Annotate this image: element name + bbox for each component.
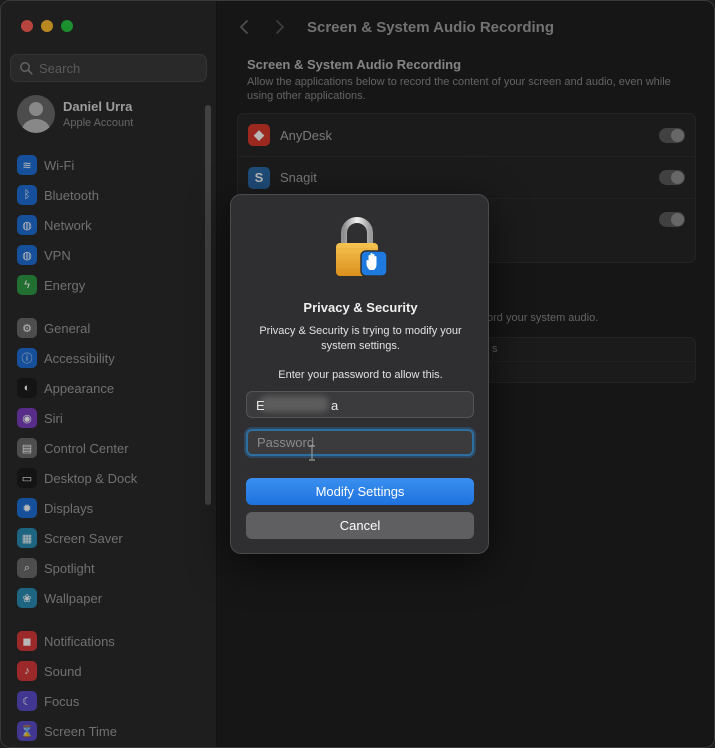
username-field[interactable]: E a <box>246 391 474 418</box>
authentication-dialog: Privacy & Security Privacy & Security is… <box>230 194 489 554</box>
redacted-username <box>259 396 329 412</box>
dialog-prompt: Enter your password to allow this. <box>278 369 443 381</box>
lock-icon <box>333 215 389 279</box>
system-settings-window: Daniel Urra Apple Account ≋Wi-FiᛒBluetoo… <box>0 0 715 748</box>
dialog-message: Privacy & Security is trying to modify y… <box>259 325 462 352</box>
username-start: E <box>256 398 265 413</box>
username-end: a <box>331 398 339 413</box>
cancel-button[interactable]: Cancel <box>246 512 474 539</box>
modify-settings-button[interactable]: Modify Settings <box>246 478 474 505</box>
dialog-title: Privacy & Security <box>303 300 418 315</box>
text-cursor-icon <box>309 445 315 461</box>
password-field[interactable] <box>246 429 474 456</box>
